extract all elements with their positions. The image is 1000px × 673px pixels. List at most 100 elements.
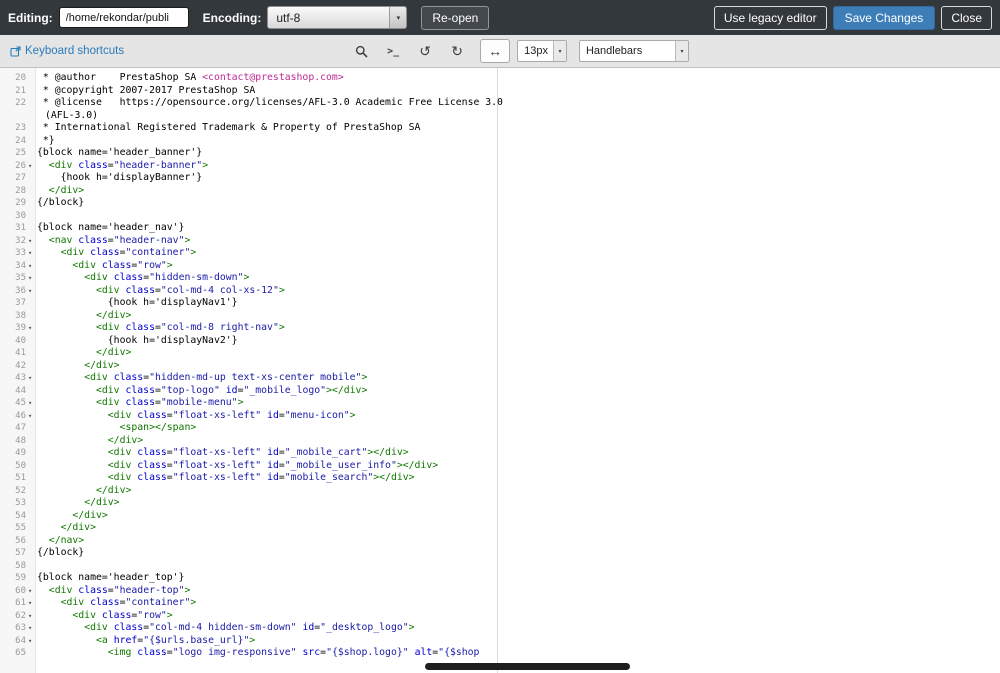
code-line[interactable]: 35 ▾ <div class="hidden-sm-down">	[0, 272, 1000, 285]
code-line[interactable]: 32 ▾ <nav class="header-nav">	[0, 235, 1000, 248]
code-line[interactable]: 62 ▾ <div class="row">	[0, 610, 1000, 623]
code-line[interactable]: 34 ▾ <div class="row">	[0, 260, 1000, 273]
code-line[interactable]: 22 * @license https://opensource.org/lic…	[0, 97, 1000, 110]
code-line[interactable]: 26 ▾ <div class="header-banner">	[0, 160, 1000, 173]
close-button[interactable]: Close	[941, 5, 992, 30]
undo-button[interactable]: ↺	[410, 39, 440, 63]
fold-gutter	[26, 72, 37, 85]
fold-marker-icon[interactable]: ▾	[26, 585, 37, 598]
fold-marker-icon[interactable]: ▾	[26, 410, 37, 423]
fold-marker-icon[interactable]: ▾	[26, 272, 37, 285]
fold-gutter	[26, 472, 37, 485]
line-number: 34	[15, 260, 26, 271]
code-line[interactable]: 27 {hook h='displayBanner'}	[0, 172, 1000, 185]
code-line[interactable]: 45 ▾ <div class="mobile-menu">	[0, 397, 1000, 410]
code-line[interactable]: 43 ▾ <div class="hidden-md-up text-xs-cen…	[0, 372, 1000, 385]
code-line[interactable]: 21 * @copyright 2007-2017 PrestaShop SA	[0, 85, 1000, 98]
code-line[interactable]: 57 {/block}	[0, 547, 1000, 560]
code-line[interactable]: 53 </div>	[0, 497, 1000, 510]
fold-marker-icon[interactable]: ▾	[26, 397, 37, 410]
reopen-button[interactable]: Re-open	[421, 5, 490, 30]
code-line[interactable]: 24 *}	[0, 135, 1000, 148]
code-line[interactable]: 28 </div>	[0, 185, 1000, 198]
code-line[interactable]: 47 <span></span>	[0, 422, 1000, 435]
word-wrap-toggle-button[interactable]: ↔	[480, 39, 511, 63]
code-line[interactable]: 63 ▾ <div class="col-md-4 hidden-sm-down"…	[0, 622, 1000, 635]
line-number: 25	[15, 148, 26, 158]
word-wrap-icon: ↔	[488, 43, 503, 59]
code-text: {hook h='displayNav1'}	[37, 297, 238, 308]
code-line[interactable]: 64 ▾ <a href="{$urls.base_url}">	[0, 635, 1000, 648]
fold-gutter	[26, 435, 37, 448]
fold-marker-icon[interactable]: ▾	[26, 372, 37, 385]
fold-marker-icon[interactable]: ▾	[26, 322, 37, 335]
code-line[interactable]: 44 <div class="top-logo" id="_mobile_log…	[0, 385, 1000, 398]
code-line[interactable]: 61 ▾ <div class="container">	[0, 597, 1000, 610]
code-line[interactable]: 31 {block name='header_nav'}	[0, 222, 1000, 235]
dropdown-arrow-icon: ▾	[552, 41, 566, 61]
code-text: <div class="mobile-menu">	[95, 397, 244, 408]
code-line[interactable]: 33 ▾ <div class="container">	[0, 247, 1000, 260]
code-line[interactable]: 30	[0, 210, 1000, 223]
code-line[interactable]: 36 ▾ <div class="col-md-4 col-xs-12">	[0, 285, 1000, 298]
fold-gutter	[26, 122, 37, 135]
code-line[interactable]: 41 </div>	[0, 347, 1000, 360]
font-size-select[interactable]: 13px ▾	[517, 40, 567, 62]
code-area[interactable]: 20 * @author PrestaShop SA <contact@pres…	[0, 72, 1000, 660]
line-number: 53	[15, 498, 26, 508]
code-line[interactable]: 59 {block name='header_top'}	[0, 572, 1000, 585]
code-line[interactable]: 52 </div>	[0, 485, 1000, 498]
fold-marker-icon[interactable]: ▾	[26, 610, 37, 623]
code-line[interactable]: 29 {/block}	[0, 197, 1000, 210]
code-line[interactable]: (AFL-3.0)	[0, 110, 1000, 123]
redo-button[interactable]: ↻	[442, 39, 472, 63]
fold-marker-icon[interactable]: ▾	[26, 235, 37, 248]
fold-marker-icon[interactable]: ▾	[26, 260, 37, 273]
terminal-button[interactable]: >_	[378, 39, 408, 63]
code-line[interactable]: 65 <img class="logo img-responsive" src=…	[0, 647, 1000, 660]
search-button[interactable]	[346, 39, 376, 63]
code-line[interactable]: 25 {block name='header_banner'}	[0, 147, 1000, 160]
code-line[interactable]: 56 </nav>	[0, 535, 1000, 548]
save-changes-button[interactable]: Save Changes	[832, 5, 936, 30]
fold-marker-icon[interactable]: ▾	[26, 622, 37, 635]
line-number: 40	[15, 335, 26, 346]
line-number: 44	[15, 385, 26, 396]
code-line[interactable]: 20 * @author PrestaShop SA <contact@pres…	[0, 72, 1000, 85]
code-line[interactable]: 60 ▾ <div class="header-top">	[0, 585, 1000, 598]
code-line[interactable]: 50 <div class="float-xs-left" id="_mobil…	[0, 460, 1000, 473]
code-line[interactable]: 40 {hook h='displayNav2'}	[0, 335, 1000, 348]
code-text: </div>	[60, 522, 96, 533]
line-number: 50	[15, 460, 26, 471]
code-line[interactable]: 39 ▾ <div class="col-md-8 right-nav">	[0, 322, 1000, 335]
use-legacy-editor-button[interactable]: Use legacy editor	[713, 5, 827, 30]
code-line[interactable]: 58	[0, 560, 1000, 573]
fold-marker-icon[interactable]: ▾	[26, 285, 37, 298]
code-line[interactable]: 49 <div class="float-xs-left" id="_mobil…	[0, 447, 1000, 460]
code-line[interactable]: 23 * International Registered Trademark …	[0, 122, 1000, 135]
line-number: 27	[15, 173, 26, 183]
path-input[interactable]	[58, 7, 189, 28]
syntax-mode-select[interactable]: Handlebars ▾	[578, 40, 689, 62]
fold-marker-icon[interactable]: ▾	[26, 247, 37, 260]
line-number: 60	[15, 585, 26, 596]
code-text: * International Registered Trademark & P…	[37, 122, 421, 133]
keyboard-shortcuts-link[interactable]: Keyboard shortcuts	[10, 45, 124, 57]
fold-marker-icon[interactable]: ▾	[26, 597, 37, 610]
code-line[interactable]: 38 </div>	[0, 310, 1000, 323]
code-line[interactable]: 51 <div class="float-xs-left" id="mobile…	[0, 472, 1000, 485]
encoding-select[interactable]: utf-8 ▾	[267, 6, 408, 29]
code-editor[interactable]: 20 * @author PrestaShop SA <contact@pres…	[0, 68, 1000, 673]
fold-marker-icon[interactable]: ▾	[26, 160, 37, 173]
code-line[interactable]: 42 </div>	[0, 360, 1000, 373]
fold-marker-icon[interactable]: ▾	[26, 635, 37, 648]
code-line[interactable]: 37 {hook h='displayNav1'}	[0, 297, 1000, 310]
code-line[interactable]: 48 </div>	[0, 435, 1000, 448]
code-line[interactable]: 46 ▾ <div class="float-xs-left" id="menu-…	[0, 410, 1000, 423]
code-line[interactable]: 55 </div>	[0, 522, 1000, 535]
horizontal-scrollbar[interactable]	[425, 663, 630, 670]
code-text: </div>	[95, 484, 132, 496]
code-line[interactable]: 54 </div>	[0, 510, 1000, 523]
code-text: <div class="float-xs-left" id="_mobile_c…	[107, 447, 409, 458]
